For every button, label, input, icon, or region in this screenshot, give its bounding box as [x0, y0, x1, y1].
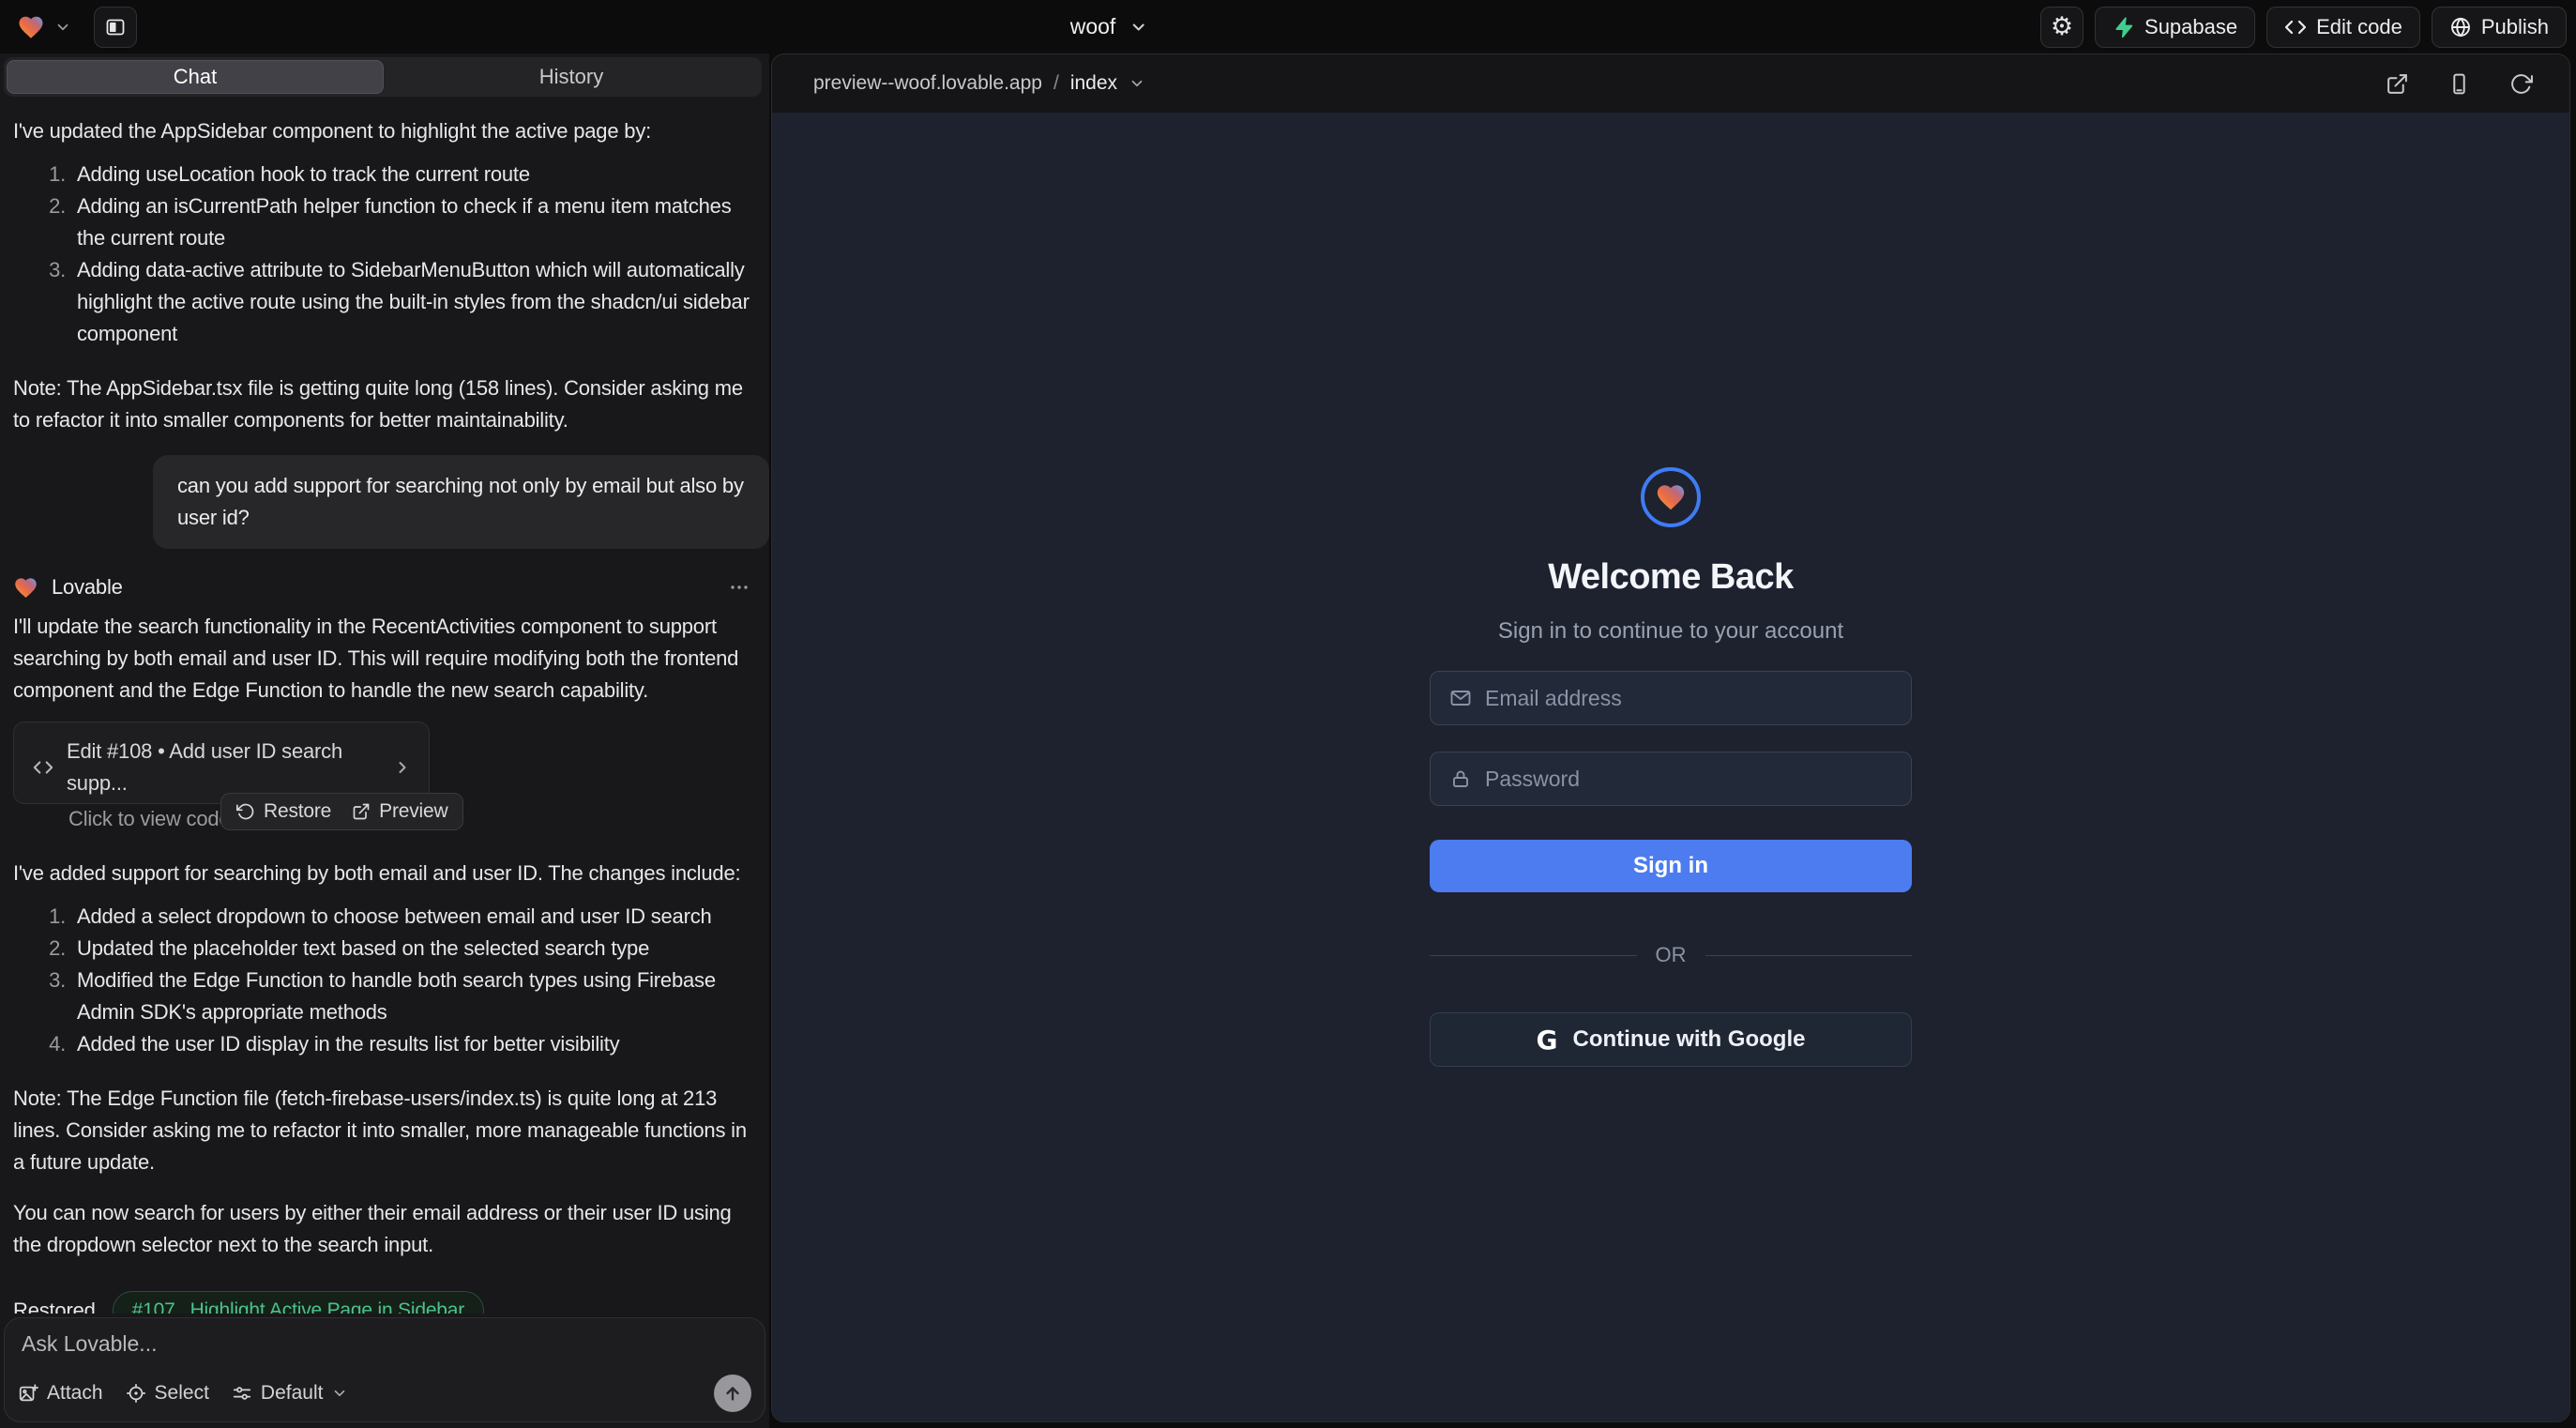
or-divider: OR: [1430, 943, 1912, 967]
settings-button[interactable]: ⚙: [2040, 7, 2084, 48]
preview-page: index: [1070, 72, 1117, 95]
project-chevron-down-icon: [1129, 18, 1147, 37]
assistant-list: Added a select dropdown to choose betwee…: [13, 901, 756, 1060]
publish-button[interactable]: Publish: [2432, 7, 2567, 48]
restored-version-badge[interactable]: #107 Highlight Active Page in Sidebar: [113, 1291, 484, 1314]
chat-input[interactable]: [22, 1331, 716, 1357]
preview-button[interactable]: Preview: [352, 796, 447, 828]
chat-history-tabs: Chat History: [4, 57, 762, 97]
list-item: Adding an isCurrentPath helper function …: [71, 190, 756, 254]
tab-history[interactable]: History: [384, 60, 759, 94]
gear-icon: ⚙: [2051, 14, 2073, 39]
assistant-paragraph: I'll update the search functionality in …: [13, 611, 756, 706]
select-target-icon: [126, 1383, 146, 1404]
edit-code-label: Edit code: [2316, 15, 2402, 39]
login-title: Welcome Back: [1548, 557, 1794, 598]
google-g-icon: G: [1537, 1025, 1558, 1056]
chat-messages[interactable]: I've updated the AppSidebar component to…: [0, 100, 769, 1314]
list-item: Added the user ID display in the results…: [71, 1028, 756, 1060]
mode-selector[interactable]: Default: [232, 1382, 349, 1405]
external-link-icon: [352, 802, 371, 821]
mobile-device-icon: [2447, 72, 2471, 96]
sliders-icon: [232, 1383, 252, 1404]
chevron-right-icon: [393, 758, 412, 777]
chat-composer: Attach Select Default: [4, 1317, 765, 1422]
password-input[interactable]: [1485, 767, 1892, 792]
chevron-down-icon: [1129, 75, 1145, 92]
login-card: Welcome Back Sign in to continue to your…: [1430, 467, 1912, 1067]
assistant-note: Note: The Edge Function file (fetch-fire…: [13, 1083, 756, 1178]
edit-card[interactable]: Edit #108 • Add user ID search supp... C…: [13, 722, 430, 804]
arrow-up-icon: [722, 1383, 743, 1404]
login-subtitle: Sign in to continue to your account: [1498, 618, 1843, 645]
preview-panel: preview--woof.lovable.app / index: [771, 53, 2570, 1422]
refresh-button[interactable]: [2502, 65, 2539, 102]
version-title: Highlight Active Page in Sidebar: [190, 1295, 464, 1314]
select-button[interactable]: Select: [126, 1382, 209, 1405]
tab-chat[interactable]: Chat: [7, 60, 384, 94]
publish-label: Publish: [2481, 15, 2549, 39]
restore-icon: [236, 802, 255, 821]
user-message-bubble: can you add support for searching not on…: [153, 455, 769, 549]
list-item: Adding useLocation hook to track the cur…: [71, 159, 756, 190]
app-logo-ring: [1641, 467, 1701, 527]
edit-code-button[interactable]: Edit code: [2266, 7, 2420, 48]
preview-domain: preview--woof.lovable.app: [813, 72, 1042, 95]
url-separator: /: [1053, 72, 1059, 95]
email-input[interactable]: [1485, 686, 1892, 711]
code-icon: [2284, 16, 2307, 38]
project-name: woof: [1070, 14, 1116, 39]
toggle-sidebar-button[interactable]: [94, 7, 137, 48]
assistant-message-header: Lovable: [13, 571, 756, 603]
assistant-list: Adding useLocation hook to track the cur…: [13, 159, 756, 350]
attach-button[interactable]: Attach: [18, 1382, 103, 1405]
restore-preview-pill: Restore Preview: [220, 793, 463, 830]
app-preview-viewport: Welcome Back Sign in to continue to your…: [772, 113, 2569, 1421]
preview-url-selector[interactable]: preview--woof.lovable.app / index: [813, 72, 1145, 95]
edit-card-wrapper: Edit #108 • Add user ID search supp... C…: [13, 722, 430, 804]
list-item: Modified the Edge Function to handle bot…: [71, 965, 756, 1028]
assistant-paragraph: You can now search for users by either t…: [13, 1197, 756, 1261]
assistant-name: Lovable: [52, 571, 123, 603]
globe-icon: [2449, 16, 2472, 38]
refresh-icon: [2509, 72, 2533, 96]
version-number: #107: [132, 1295, 175, 1314]
open-in-new-tab-button[interactable]: [2378, 65, 2416, 102]
edit-card-title: Edit #108 • Add user ID search supp...: [67, 736, 380, 799]
restored-label: Restored: [13, 1295, 96, 1314]
supabase-label: Supabase: [2144, 15, 2237, 39]
lock-icon: [1449, 767, 1472, 790]
supabase-button[interactable]: Supabase: [2095, 7, 2255, 48]
top-bar: woof ⚙ Supabase Edit code Publish: [0, 0, 2576, 53]
list-item: Updated the placeholder text based on th…: [71, 933, 756, 965]
assistant-paragraph: I've updated the AppSidebar component to…: [13, 115, 756, 147]
code-icon: [33, 757, 53, 778]
preview-header: preview--woof.lovable.app / index: [772, 54, 2569, 113]
app-logo-heart-icon: [1655, 481, 1687, 513]
message-menu-dots-icon[interactable]: [728, 576, 750, 599]
list-item: Added a select dropdown to choose betwee…: [71, 901, 756, 933]
email-field[interactable]: [1430, 671, 1912, 725]
mobile-view-button[interactable]: [2440, 65, 2478, 102]
project-switcher[interactable]: woof: [1070, 0, 1148, 53]
password-field[interactable]: [1430, 752, 1912, 806]
send-button[interactable]: [714, 1375, 751, 1412]
chat-panel: Chat History I've updated the AppSidebar…: [0, 53, 769, 1428]
chevron-down-icon: [331, 1385, 348, 1402]
lovable-logo-heart-icon[interactable]: [17, 13, 45, 41]
assistant-note: Note: The AppSidebar.tsx file is getting…: [13, 372, 756, 436]
sign-in-button[interactable]: Sign in: [1430, 840, 1912, 892]
list-item: Adding data-active attribute to SidebarM…: [71, 254, 756, 350]
restore-button[interactable]: Restore: [236, 796, 331, 828]
lovable-avatar-heart-icon: [13, 575, 38, 600]
logo-chevron-down-icon[interactable]: [54, 19, 71, 36]
supabase-bolt-icon: [2113, 16, 2135, 38]
restored-row: Restored #107 Highlight Active Page in S…: [13, 1291, 756, 1314]
mail-icon: [1449, 687, 1472, 709]
assistant-paragraph: I've added support for searching by both…: [13, 858, 756, 889]
external-link-icon: [2386, 72, 2409, 96]
attach-image-icon: [18, 1383, 38, 1404]
sidebar-panel-icon: [104, 16, 127, 38]
continue-with-google-button[interactable]: G Continue with Google: [1430, 1012, 1912, 1067]
